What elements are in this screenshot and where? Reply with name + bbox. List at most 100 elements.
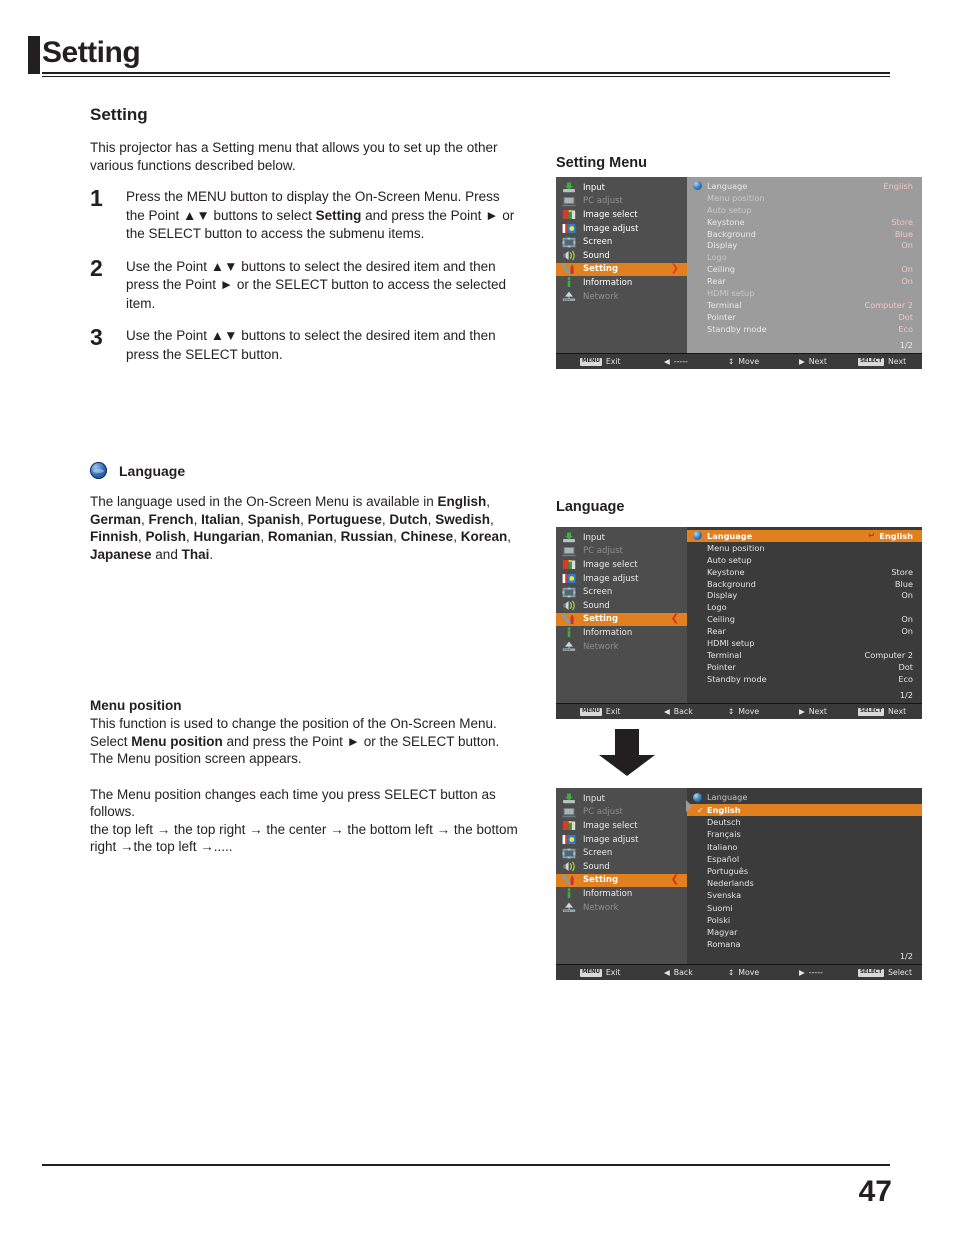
setting-option-row[interactable]: Terminal Computer 2	[687, 649, 922, 661]
setting-option-row[interactable]: Rear On	[687, 275, 922, 287]
osd-sidebar: Input PC adjust Image select Image adjust Sc…	[556, 527, 693, 703]
setting-option-row[interactable]: Logo	[687, 251, 922, 263]
sidebar-item-screen[interactable]: Screen	[556, 585, 687, 599]
setting-option-row[interactable]: Logo	[687, 601, 922, 613]
setting-option-row[interactable]: Ceiling On	[687, 263, 922, 275]
setting-option-row[interactable]: Pointer Dot	[687, 661, 922, 673]
language-list-item-label: Suomi	[707, 902, 733, 913]
setting-option-row[interactable]: Menu position	[687, 192, 922, 204]
language-list-item[interactable]: ✓ English	[687, 804, 922, 817]
language-name: German	[90, 511, 142, 527]
sidebar-item-label: Image adjust	[583, 834, 639, 845]
language-list-item[interactable]: Polski	[687, 914, 922, 926]
setting-option-label: Background	[707, 578, 756, 589]
setting-option-row[interactable]: Standby mode Eco	[687, 323, 922, 335]
sidebar-item-input[interactable]: Input	[556, 792, 687, 806]
sidebar-item-image-adjust[interactable]: Image adjust	[556, 222, 687, 236]
sound-icon	[562, 250, 576, 261]
section-title-setting: Setting	[90, 105, 148, 124]
sidebar-item-input[interactable]: Input	[556, 531, 687, 545]
sidebar-item-sound[interactable]: Sound	[556, 249, 687, 263]
step-number: 3	[90, 324, 103, 350]
setting-option-row[interactable]: Menu position	[687, 542, 922, 554]
sidebar-item-screen[interactable]: Screen	[556, 846, 687, 860]
setting-option-row[interactable]: Rear On	[687, 625, 922, 637]
setting-icon	[562, 614, 576, 625]
language-list-item[interactable]: Nederlands	[687, 877, 922, 889]
sidebar-item-information[interactable]: Information	[556, 276, 687, 290]
information-icon	[562, 627, 576, 638]
osd-help-item: ▶ Next	[799, 357, 827, 366]
setting-option-label: Pointer	[707, 661, 736, 672]
setting-option-row[interactable]: Auto setup	[687, 204, 922, 216]
language-list-item[interactable]: Svenska	[687, 889, 922, 901]
setting-option-row[interactable]: Keystone Store	[687, 566, 922, 578]
setting-option-row[interactable]: Background Blue	[687, 578, 922, 590]
mp-p3: the top left → the top right → the cente…	[90, 821, 518, 855]
setting-option-label: Language	[707, 530, 753, 541]
key-chip-select: SELECT	[858, 357, 884, 366]
osd-page-indicator: 1/2	[899, 340, 913, 350]
setting-option-row[interactable]: Display On	[687, 239, 922, 251]
sidebar-item-information[interactable]: Information	[556, 887, 687, 901]
setting-option-row[interactable]: Display On	[687, 589, 922, 601]
setting-option-row[interactable]: HDMI setup	[687, 287, 922, 299]
sidebar-item-setting[interactable]: Setting ❯	[556, 262, 693, 277]
language-list-item-label: Magyar	[707, 926, 738, 937]
sidebar-item-image-select[interactable]: Image select	[556, 208, 687, 222]
sidebar-item-label: Input	[583, 793, 606, 804]
osd-help-item: ↕ Move	[728, 357, 759, 366]
setting-option-row[interactable]: Keystone Store	[687, 216, 922, 228]
setting-option-value: On	[901, 276, 913, 287]
chevron-right-icon: ❯	[670, 263, 679, 275]
setting-option-row[interactable]: Background Blue	[687, 228, 922, 240]
language-list-item[interactable]: Português	[687, 865, 922, 877]
language-list-item[interactable]: Magyar	[687, 926, 922, 938]
input-icon	[562, 532, 576, 543]
language-list-item[interactable]: Deutsch	[687, 816, 922, 828]
sidebar-item-information[interactable]: Information	[556, 626, 687, 640]
direction-glyph-icon: ▶	[799, 707, 805, 716]
globe-icon	[693, 181, 702, 191]
osd-help-label: Next	[808, 707, 827, 716]
sidebar-item-image-select[interactable]: Image select	[556, 819, 687, 833]
language-list-item[interactable]: Français	[687, 828, 922, 840]
setting-option-row[interactable]: Standby mode Eco	[687, 673, 922, 685]
setting-option-row[interactable]: HDMI setup	[687, 637, 922, 649]
setting-option-row[interactable]: Language ↵ English	[687, 530, 922, 542]
information-icon	[562, 277, 576, 288]
sidebar-item-image-adjust[interactable]: Image adjust	[556, 572, 687, 586]
sidebar-item-setting[interactable]: Setting ❮	[556, 612, 693, 627]
step-number: 1	[90, 185, 103, 211]
language-list-item[interactable]: Español	[687, 853, 922, 865]
check-icon: ✓	[697, 805, 704, 815]
setting-option-row[interactable]: Pointer Dot	[687, 311, 922, 323]
language-list-item[interactable]: Italiano	[687, 841, 922, 853]
step-text: Use the Point ▲▼ buttons to select the d…	[126, 328, 496, 362]
setting-option-row[interactable]: Ceiling On	[687, 613, 922, 625]
language-separator: ,	[141, 511, 149, 527]
network-icon	[562, 641, 576, 652]
osd-help-label: -----	[808, 968, 823, 977]
sidebar-item-image-select[interactable]: Image select	[556, 558, 687, 572]
sidebar-item-screen[interactable]: Screen	[556, 235, 687, 249]
menu-position-paragraph-2: The Menu position changes each time you …	[90, 786, 520, 856]
language-list-item[interactable]: Romana	[687, 938, 922, 950]
sidebar-item-sound[interactable]: Sound	[556, 860, 687, 874]
setting-option-row[interactable]: Terminal Computer 2	[687, 299, 922, 311]
sidebar-item-input[interactable]: Input	[556, 181, 687, 195]
osd-help-item: ↕ Move	[728, 707, 759, 716]
setting-option-row[interactable]: Language English	[687, 180, 922, 192]
language-separator: ,	[240, 511, 248, 527]
setting-option-row[interactable]: Auto setup	[687, 554, 922, 566]
osd-help-item: ↕ Move	[728, 968, 759, 977]
language-list-item[interactable]: Suomi	[687, 902, 922, 914]
setting-icon	[562, 875, 576, 886]
osd-language-panel: Language ✓ English Deutsch Français Italiano E…	[686, 788, 922, 964]
step-number: 2	[90, 254, 103, 281]
sidebar-item-sound[interactable]: Sound	[556, 599, 687, 613]
language-separator: ,	[507, 529, 511, 544]
sidebar-item-setting[interactable]: Setting ❮	[556, 873, 693, 888]
osd-help-item: ◀ Back	[664, 968, 693, 977]
sidebar-item-image-adjust[interactable]: Image adjust	[556, 833, 687, 847]
